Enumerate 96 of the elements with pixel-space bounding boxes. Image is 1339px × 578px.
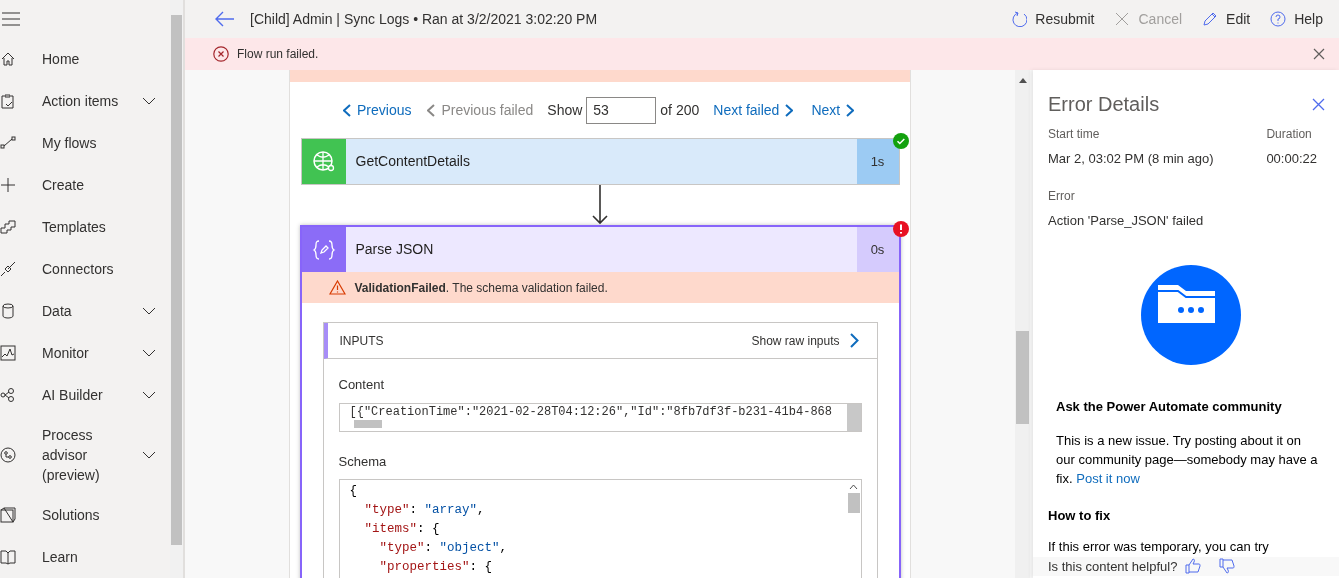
connector-arrow [592, 185, 608, 225]
detail-value: Mar 2, 03:02 PM (8 min ago) [1048, 150, 1214, 168]
globe-icon [311, 149, 336, 174]
nav-item[interactable]: Monitor [0, 332, 170, 374]
code-line: "type": "array", [363, 502, 486, 519]
error-icon [213, 46, 229, 62]
code-line: "type": "object", [378, 540, 509, 557]
close-icon[interactable] [1312, 97, 1325, 111]
chevron-left-icon [343, 103, 351, 117]
code-line: { [349, 483, 358, 500]
chevron-left-icon [427, 103, 436, 117]
database-icon [0, 303, 16, 319]
pager-link: Previous failed [427, 99, 534, 121]
banner-message: Flow run failed. [237, 46, 319, 63]
page-title: [Child] Admin | Sync Logs • Ran at 3/2/2021 3:02:20 PM [250, 9, 598, 29]
error-message: ValidationFailed. The schema validation failed. [354, 279, 608, 297]
scroll-up-icon[interactable] [1018, 78, 1027, 83]
book-icon [0, 549, 16, 565]
scroll-up-icon [849, 484, 858, 490]
action-duration: 0s [856, 227, 899, 272]
thumbs-up-icon[interactable] [1185, 558, 1202, 575]
action-title[interactable]: GetContentDetails [345, 139, 857, 184]
nav-item[interactable]: Action items [0, 80, 170, 122]
detail-label: Error [1048, 187, 1076, 205]
nav-item[interactable]: Data [0, 290, 170, 332]
detail-value: Action 'Parse_JSON' failed [1048, 211, 1205, 230]
braces-icon [311, 238, 336, 261]
community-text: This is a new issue. Try posting about it on our community page—somebody may have a fix. Post it now [1056, 431, 1319, 488]
total-count: of 200 [660, 100, 700, 120]
clipboard-icon [0, 93, 16, 109]
scrollbar[interactable] [846, 403, 861, 431]
nav-item[interactable]: AI Builder [0, 374, 170, 416]
nav-item[interactable]: Create [0, 164, 170, 206]
action-duration: 1s [856, 139, 899, 184]
pencil-icon [1202, 11, 1219, 27]
templates-icon [0, 219, 16, 235]
plus-icon [0, 177, 16, 193]
scrollbar-thumb[interactable] [171, 15, 182, 545]
solutions-icon [0, 507, 16, 523]
fix-text: If this error was temporary, you can try [1047, 538, 1270, 556]
home-icon [0, 51, 16, 67]
code-line: "properties": { [378, 559, 494, 576]
close-icon[interactable] [1313, 48, 1325, 60]
thumbs-down-icon[interactable] [1219, 558, 1236, 575]
detail-value: 00:00:22 [1266, 150, 1317, 168]
chevron-right-icon [846, 103, 855, 117]
pager-link[interactable]: Previous [343, 99, 412, 121]
run-number-field[interactable]: 53 [586, 96, 657, 124]
pager-link[interactable]: Next failed [713, 99, 794, 121]
toolbar-button[interactable]: Resubmit [1011, 8, 1095, 30]
field-label: Content [338, 376, 386, 394]
toolbar-button[interactable]: Help [1270, 8, 1323, 30]
section-heading: How to fix [1047, 506, 1112, 525]
nav-item[interactable]: Process advisor (preview) [0, 422, 170, 488]
code-line: "items": { [363, 521, 441, 538]
section-heading: INPUTS [339, 332, 384, 350]
pager-link[interactable]: Next [811, 99, 855, 121]
scrollbar-thumb[interactable] [353, 420, 382, 428]
detail-label: Start time [1048, 126, 1101, 143]
help-icon [1270, 11, 1287, 27]
code-text: [{"CreationTime":"2021-02-28T04:12:26","Id":"8fb7df3f-b231-41b4-868 [349, 403, 833, 420]
chevron-right-icon [849, 333, 859, 348]
plug-icon [0, 261, 16, 277]
chevron-right-icon [785, 103, 794, 117]
post-link[interactable]: Post it now [1076, 470, 1140, 486]
process-icon [0, 447, 16, 463]
feedback-question: Is this content helpful? [1048, 557, 1178, 576]
menu-icon[interactable] [2, 12, 20, 26]
panel-title: Error Details [1048, 92, 1160, 117]
back-arrow-icon[interactable] [215, 11, 235, 27]
folder-icon [1141, 265, 1241, 365]
detail-label: Duration [1266, 126, 1313, 143]
scrollbar[interactable] [170, 0, 183, 578]
field-label: Schema [338, 452, 388, 471]
refresh-icon [1011, 11, 1028, 27]
schema-editor[interactable]: { "type": "array", "items": { "type": "object", "properties": { [338, 479, 862, 578]
nav-item[interactable]: Learn [0, 536, 170, 578]
content-field[interactable]: [{"CreationTime":"2021-02-28T04:12:26","Id":"8fb7df3f-b231-41b4-868 [338, 402, 862, 432]
nodes-icon [0, 387, 16, 403]
flow-icon [0, 135, 16, 151]
show-label: Show [547, 100, 583, 120]
action-title[interactable]: Parse JSON [345, 227, 857, 272]
close-icon [1114, 11, 1131, 27]
scrollbar-thumb[interactable] [847, 493, 860, 513]
show-raw-link[interactable]: Show raw inputs [751, 331, 859, 350]
scrollbar-thumb[interactable] [1016, 331, 1029, 424]
scrollbar[interactable] [1015, 70, 1030, 578]
nav-item[interactable]: Connectors [0, 248, 170, 290]
warning-icon [328, 280, 346, 295]
nav-item[interactable]: Home [0, 38, 170, 80]
section-heading: Ask the Power Automate community [1056, 398, 1283, 416]
nav-item[interactable]: Solutions [0, 494, 170, 536]
toolbar-button[interactable]: Edit [1202, 8, 1251, 30]
chart-icon [0, 345, 16, 361]
nav-item[interactable]: Templates [0, 206, 170, 248]
nav-item[interactable]: My flows [0, 122, 170, 164]
